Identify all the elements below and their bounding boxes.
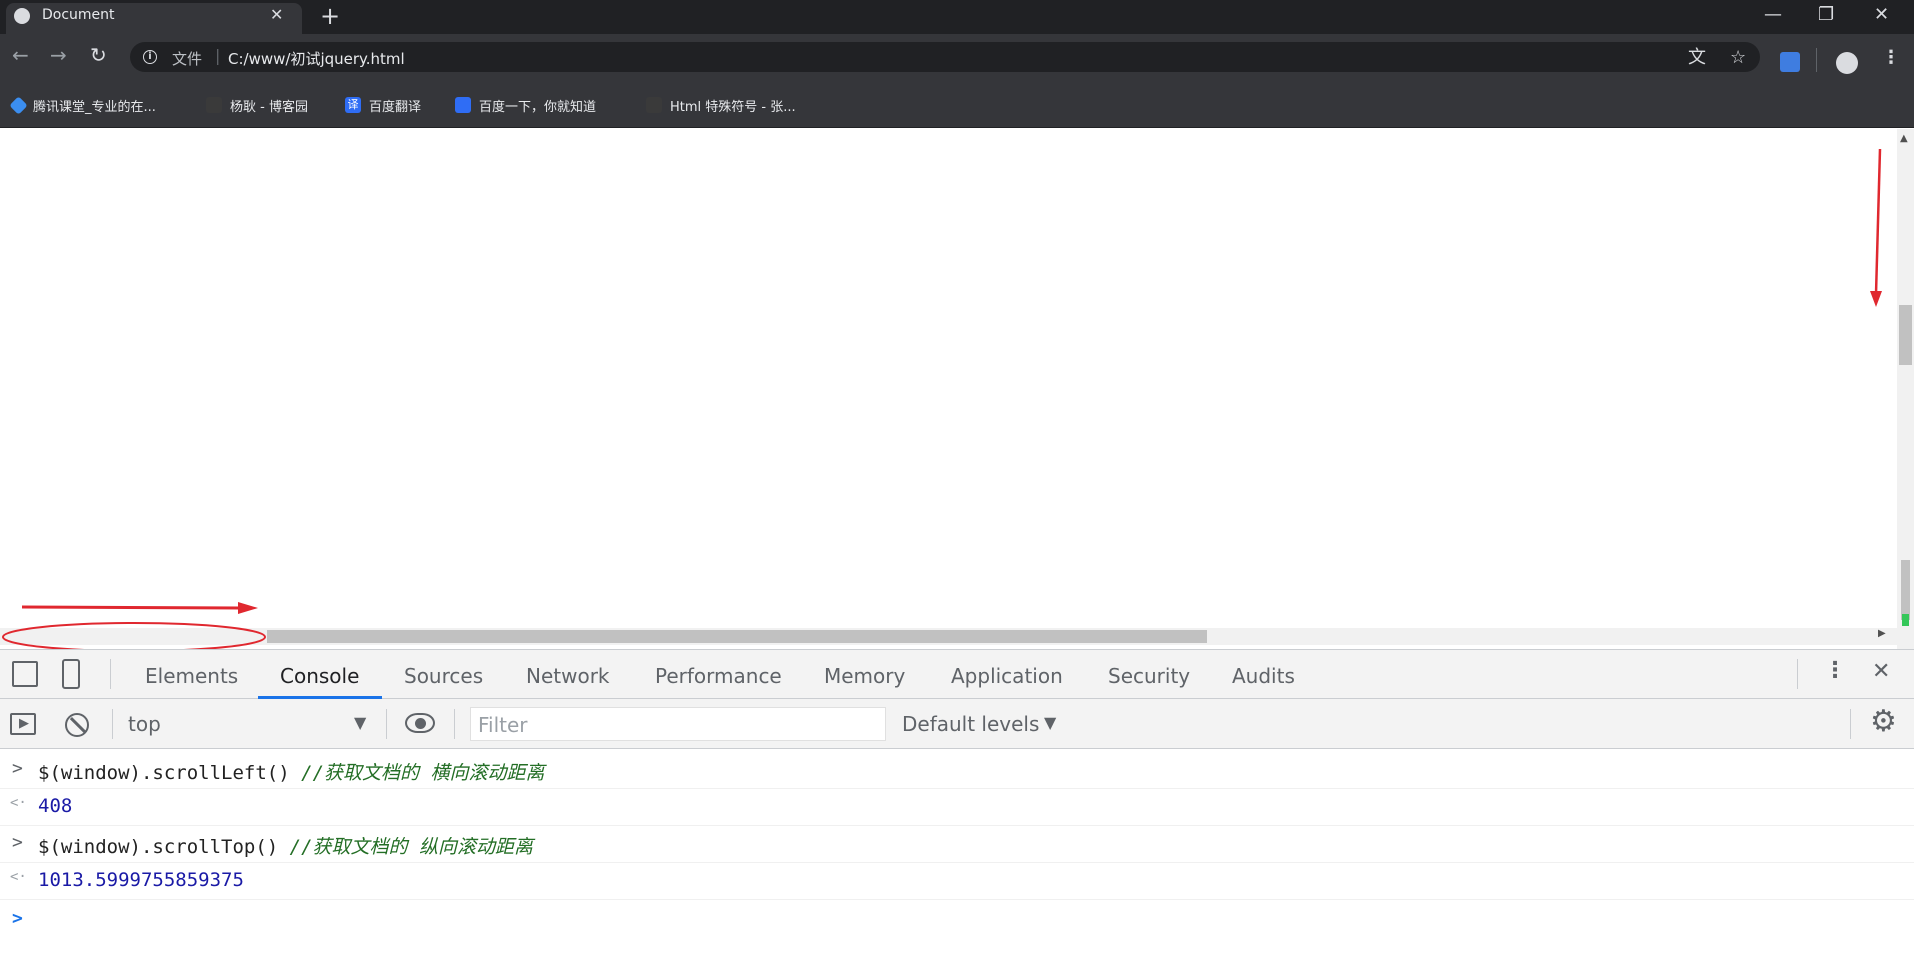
gear-icon[interactable]: ⚙ [1870, 707, 1897, 737]
annotation-vertical-arrow [1874, 148, 1882, 295]
console-prompt-input[interactable] [38, 904, 1898, 932]
console-code[interactable]: $(window).scrollLeft() //获取文档的 横向滚动距离 [38, 758, 544, 785]
input-caret-icon: > [12, 758, 23, 779]
forward-icon[interactable]: → [50, 43, 67, 67]
tab-divider [1797, 659, 1798, 689]
console-code[interactable]: $(window).scrollTop() //获取文档的 纵向滚动距离 [38, 832, 533, 859]
star-icon[interactable]: ☆ [1730, 47, 1746, 69]
play-icon: ▶ [19, 716, 29, 731]
tab-application[interactable]: Application [951, 664, 1063, 688]
tab-title: Document [42, 7, 115, 23]
bookmark-label: 杨耿 - 博客园 [230, 99, 308, 115]
bookmark-label: Html 特殊符号 - 张... [670, 99, 796, 115]
minimize-button[interactable]: — [1764, 4, 1782, 26]
chevron-down-icon[interactable]: ▼ [354, 713, 366, 732]
tab-elements[interactable]: Elements [145, 664, 238, 688]
tab-network[interactable]: Network [526, 664, 610, 688]
bookmark-item[interactable]: Html 特殊符号 - 张... [646, 95, 796, 115]
globe-icon [14, 8, 30, 24]
bookmark-item[interactable]: 腾讯课堂_专业的在... [9, 95, 156, 115]
toolbar-divider [112, 709, 113, 739]
bookmark-item[interactable]: 百度一下，你就知道 [455, 95, 596, 115]
console-output-line: <· 408 [0, 789, 1914, 826]
bookmark-label: 百度翻译 [369, 99, 422, 115]
input-caret-icon: > [12, 832, 23, 853]
console-comment: //获取文档的 纵向滚动距离 [289, 836, 533, 858]
log-levels-dropdown[interactable]: Default levels [902, 712, 1039, 736]
translate-icon[interactable]: 文 [1688, 47, 1706, 69]
annotation-vertical-arrowhead [1870, 291, 1882, 307]
profile-icon[interactable] [1836, 52, 1858, 74]
annotation-horizontal-arrow [21, 605, 241, 610]
tab-security[interactable]: Security [1108, 664, 1190, 688]
url-text[interactable]: C:/www/初试jquery.html [228, 48, 405, 69]
tab-performance[interactable]: Performance [655, 664, 782, 688]
eye-pupil [415, 718, 426, 729]
output-arrow-icon: <· [10, 795, 27, 811]
bookmark-label: 百度一下，你就知道 [479, 99, 597, 115]
tab-sources[interactable]: Sources [404, 664, 483, 688]
console-result[interactable]: 408 [38, 795, 72, 817]
menu-icon[interactable]: ⋮ [1882, 47, 1900, 69]
extension-icon[interactable] [1780, 52, 1800, 72]
close-devtools-icon[interactable]: ✕ [1872, 659, 1890, 684]
info-icon[interactable]: i [143, 50, 157, 64]
bookmark-icon [9, 95, 28, 115]
prompt-caret-icon: > [12, 908, 23, 929]
tab-close-icon[interactable]: ✕ [270, 5, 283, 25]
tab-memory[interactable]: Memory [824, 664, 905, 688]
context-selector[interactable]: top [128, 712, 161, 736]
output-arrow-icon: <· [10, 869, 27, 885]
bookmark-icon [646, 97, 662, 113]
filter-input[interactable] [470, 707, 886, 741]
url-scheme-label: 文件 [172, 50, 203, 68]
console-comment: //获取文档的 横向滚动距离 [301, 762, 545, 784]
tab-audits[interactable]: Audits [1232, 664, 1295, 688]
more-options-icon[interactable]: ⋮ [1824, 658, 1846, 683]
annotation-horizontal-arrowhead [238, 602, 258, 614]
toolbar-divider [386, 709, 387, 739]
baidu-paw-icon [455, 97, 471, 113]
console-input-line: > $(window).scrollTop() //获取文档的 纵向滚动距离 [0, 826, 1914, 863]
console-output-line: <· 1013.5999755859375 [0, 863, 1914, 900]
close-window-button[interactable]: ✕ [1874, 4, 1889, 26]
toolbar-divider [1816, 48, 1817, 72]
bookmark-icon [206, 97, 222, 113]
device-toolbar-icon[interactable] [62, 659, 80, 689]
back-icon[interactable]: ← [12, 43, 29, 67]
bookmark-label: 腾讯课堂_专业的在... [33, 99, 156, 115]
bookmark-item[interactable]: 译 百度翻译 [345, 95, 421, 115]
console-result[interactable]: 1013.5999755859375 [38, 869, 244, 891]
translate-bookmark-icon: 译 [345, 97, 361, 113]
reload-icon[interactable]: ↻ [90, 43, 107, 67]
chevron-down-icon[interactable]: ▼ [1044, 713, 1056, 732]
toolbar-divider [454, 709, 455, 739]
filter-placeholder: Filter [478, 713, 528, 737]
console-input-line: > $(window).scrollLeft() //获取文档的 横向滚动距离 [0, 752, 1914, 789]
annotation-overlay [2, 148, 1882, 649]
new-tab-button[interactable]: + [320, 4, 340, 28]
annotation-ellipse [2, 622, 266, 649]
tab-divider [110, 659, 111, 689]
tab-console[interactable]: Console [280, 664, 359, 688]
toolbar-divider [1850, 709, 1851, 739]
url-separator: | [215, 46, 221, 65]
bookmark-item[interactable]: 杨耿 - 博客园 [206, 95, 308, 115]
inspect-element-icon[interactable] [12, 661, 38, 687]
restore-button[interactable]: ❐ [1818, 4, 1834, 26]
